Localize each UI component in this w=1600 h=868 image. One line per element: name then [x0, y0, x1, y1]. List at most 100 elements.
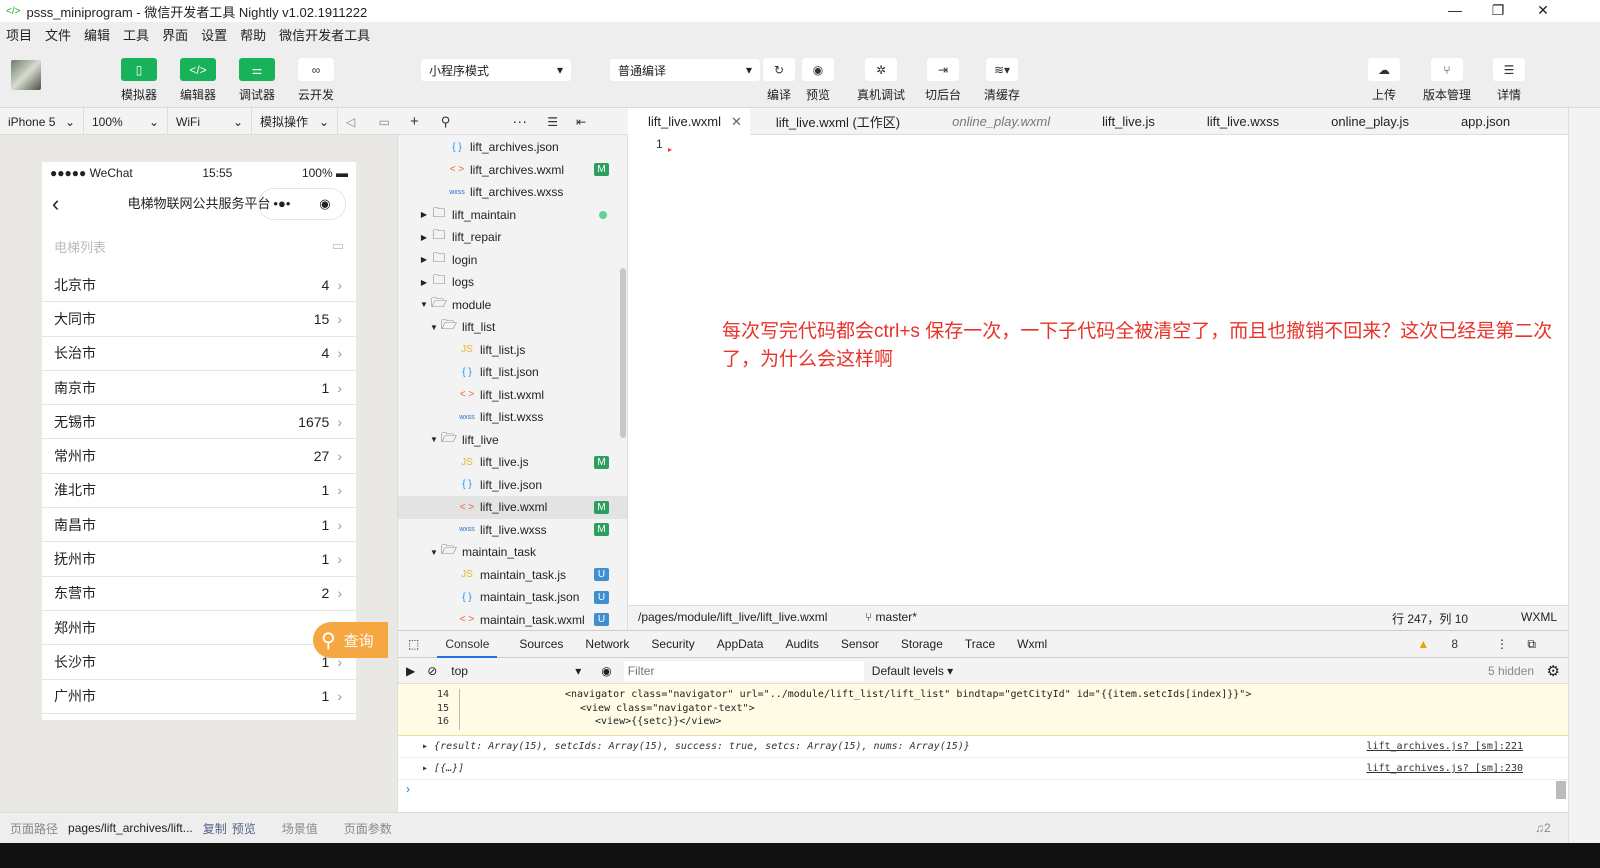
- compile-button[interactable]: ↻ 编译: [762, 58, 796, 103]
- caret-down-icon[interactable]: ▼: [428, 548, 440, 557]
- city-row[interactable]: 淮北市 1 ›: [42, 474, 356, 509]
- expand-triangle-icon[interactable]: ▸: [422, 741, 434, 752]
- window-icon[interactable]: ▭: [379, 115, 390, 129]
- menu-project[interactable]: 项目: [6, 25, 32, 44]
- warning-count[interactable]: ▲ 8: [1417, 637, 1480, 651]
- menu-settings[interactable]: 设置: [201, 25, 227, 44]
- clear-cache-button[interactable]: ≋▾ 清缓存: [980, 58, 1024, 103]
- file-item[interactable]: JS lift_list.js: [398, 339, 627, 362]
- file-item[interactable]: wxss lift_list.wxss: [398, 406, 627, 429]
- menu-file[interactable]: 文件: [45, 25, 71, 44]
- editor-tab[interactable]: lift_live.wxml (工作区): [750, 108, 926, 135]
- menu-help[interactable]: 帮助: [240, 25, 266, 44]
- console-log-entry[interactable]: ▸ [{…}] lift_archives.js? [sm]:230: [398, 758, 1568, 780]
- expand-triangle-icon[interactable]: ▸: [422, 763, 434, 774]
- devtools-tab-storage[interactable]: Storage: [901, 637, 943, 651]
- editor-tab[interactable]: lift_live.wxss: [1181, 108, 1305, 135]
- devtools-tab-sources[interactable]: Sources: [519, 637, 563, 651]
- folder-item[interactable]: ▼ 🗁 lift_live: [398, 429, 627, 452]
- toggle-panel-icon[interactable]: ⇤: [576, 115, 586, 129]
- notification-count[interactable]: ♫2: [1535, 821, 1551, 835]
- city-row[interactable]: 长治市 4 ›: [42, 337, 356, 371]
- devtools-tab-audits[interactable]: Audits: [785, 637, 818, 651]
- file-tree-scrollbar[interactable]: [620, 268, 626, 438]
- editor-tab[interactable]: app.json: [1435, 108, 1536, 135]
- file-item[interactable]: JS maintain_task.js U: [398, 564, 627, 587]
- context-select[interactable]: top ▾: [451, 664, 581, 678]
- devtools-tab-sensor[interactable]: Sensor: [841, 637, 879, 651]
- add-icon[interactable]: +: [410, 113, 419, 130]
- git-branch[interactable]: ⑂ master*: [865, 610, 917, 624]
- city-row[interactable]: 常州市 27 ›: [42, 439, 356, 474]
- caret-right-icon[interactable]: ▶: [418, 255, 430, 264]
- file-item[interactable]: { } lift_live.json: [398, 474, 627, 497]
- file-item[interactable]: < > maintain_task.wxml U: [398, 609, 627, 631]
- folder-item[interactable]: ▼ 🗁 module: [398, 294, 627, 317]
- network-select[interactable]: WiFi ⌄: [168, 108, 252, 135]
- undock-icon[interactable]: ⧉: [1527, 637, 1536, 652]
- version-button[interactable]: ⑂ 版本管理: [1420, 58, 1474, 103]
- devtools-tab-security[interactable]: Security: [651, 637, 694, 651]
- editor-tab[interactable]: lift_live.js: [1076, 108, 1181, 135]
- folder-item[interactable]: ▶ 🗀 lift_maintain: [398, 204, 627, 227]
- city-row[interactable]: 大同市 15 ›: [42, 302, 356, 337]
- folder-item[interactable]: ▶ 🗀 logs: [398, 271, 627, 294]
- zoom-select[interactable]: 100% ⌄: [84, 108, 168, 135]
- log-levels-select[interactable]: Default levels ▾: [872, 664, 953, 678]
- caret-right-icon[interactable]: ▶: [418, 278, 430, 287]
- simulator-button[interactable]: ▯ 模拟器: [116, 58, 162, 103]
- devtools-tab-console[interactable]: Console: [437, 631, 498, 658]
- console-prompt[interactable]: ›: [398, 780, 1568, 798]
- file-item[interactable]: < > lift_list.wxml: [398, 384, 627, 407]
- file-item[interactable]: { } maintain_task.json U: [398, 586, 627, 609]
- debugger-button[interactable]: ⚌ 调试器: [234, 58, 280, 103]
- back-icon[interactable]: ‹: [52, 184, 59, 224]
- close-target-icon[interactable]: ◉: [319, 184, 330, 224]
- devtools-tab-wxml[interactable]: Wxml: [1017, 637, 1047, 651]
- file-item[interactable]: { } lift_list.json: [398, 361, 627, 384]
- cloud-dev-button[interactable]: ∞ 云开发: [293, 58, 339, 103]
- remote-debug-button[interactable]: ✲ 真机调试: [853, 58, 909, 103]
- search-icon[interactable]: ⚲: [441, 114, 451, 130]
- upload-button[interactable]: ☁ 上传: [1364, 58, 1404, 103]
- city-row[interactable]: 北京市 4 ›: [42, 268, 356, 303]
- city-row[interactable]: 抚州市 1 ›: [42, 542, 356, 577]
- caret-down-icon[interactable]: ▼: [418, 300, 430, 309]
- scene-value-button[interactable]: 场景值: [282, 820, 318, 837]
- menu-tools[interactable]: 工具: [123, 25, 149, 44]
- sound-icon[interactable]: ◁: [346, 115, 355, 129]
- gear-icon[interactable]: ⚙: [1547, 662, 1560, 680]
- close-button[interactable]: ✕: [1528, 2, 1558, 19]
- preview-link[interactable]: 预览: [232, 820, 256, 837]
- caret-right-icon[interactable]: ▶: [418, 210, 430, 219]
- console-log-entry[interactable]: ▸ {result: Array(15), setcIds: Array(15)…: [398, 736, 1568, 758]
- clear-console-icon[interactable]: ⊘: [427, 664, 437, 678]
- filter-input[interactable]: [623, 660, 864, 681]
- caret-down-icon[interactable]: ▼: [428, 435, 440, 444]
- sim-ops-select[interactable]: 模拟操作 ⌄: [252, 108, 338, 135]
- devtools-tab-network[interactable]: Network: [585, 637, 629, 651]
- background-button[interactable]: ⇥ 切后台: [921, 58, 965, 103]
- compile-mode-select[interactable]: 普通编译 ▾: [610, 59, 760, 81]
- folder-item[interactable]: ▶ 🗀 lift_repair: [398, 226, 627, 249]
- devtools-tab-appdata[interactable]: AppData: [717, 637, 764, 651]
- mode-select[interactable]: 小程序模式 ▾: [421, 59, 571, 81]
- city-row[interactable]: 长沙市 1 ›: [42, 645, 356, 680]
- source-link[interactable]: lift_archives.js? [sm]:221: [1366, 741, 1523, 752]
- file-item[interactable]: JS lift_live.js M: [398, 451, 627, 474]
- city-row[interactable]: 南京市 1 ›: [42, 371, 356, 406]
- file-item[interactable]: { } lift_archives.json: [398, 136, 627, 159]
- editor-tab[interactable]: online_play.wxml: [926, 108, 1076, 135]
- file-item[interactable]: < > lift_live.wxml M: [398, 496, 627, 519]
- caret-right-icon[interactable]: ▶: [418, 233, 430, 242]
- menu-view[interactable]: 界面: [162, 25, 188, 44]
- eye-icon[interactable]: ◉: [601, 664, 611, 678]
- editor-tab[interactable]: online_play.js: [1305, 108, 1435, 135]
- device-select[interactable]: iPhone 5 ⌄: [0, 108, 84, 135]
- preview-button[interactable]: ◉ 预览: [801, 58, 835, 103]
- folder-item[interactable]: ▶ 🗀 login: [398, 249, 627, 272]
- more-icon[interactable]: ···: [512, 113, 527, 130]
- details-button[interactable]: ☰ 详情: [1489, 58, 1529, 103]
- file-item[interactable]: < > lift_archives.wxml M: [398, 159, 627, 182]
- editor-button[interactable]: </> 编辑器: [175, 58, 221, 103]
